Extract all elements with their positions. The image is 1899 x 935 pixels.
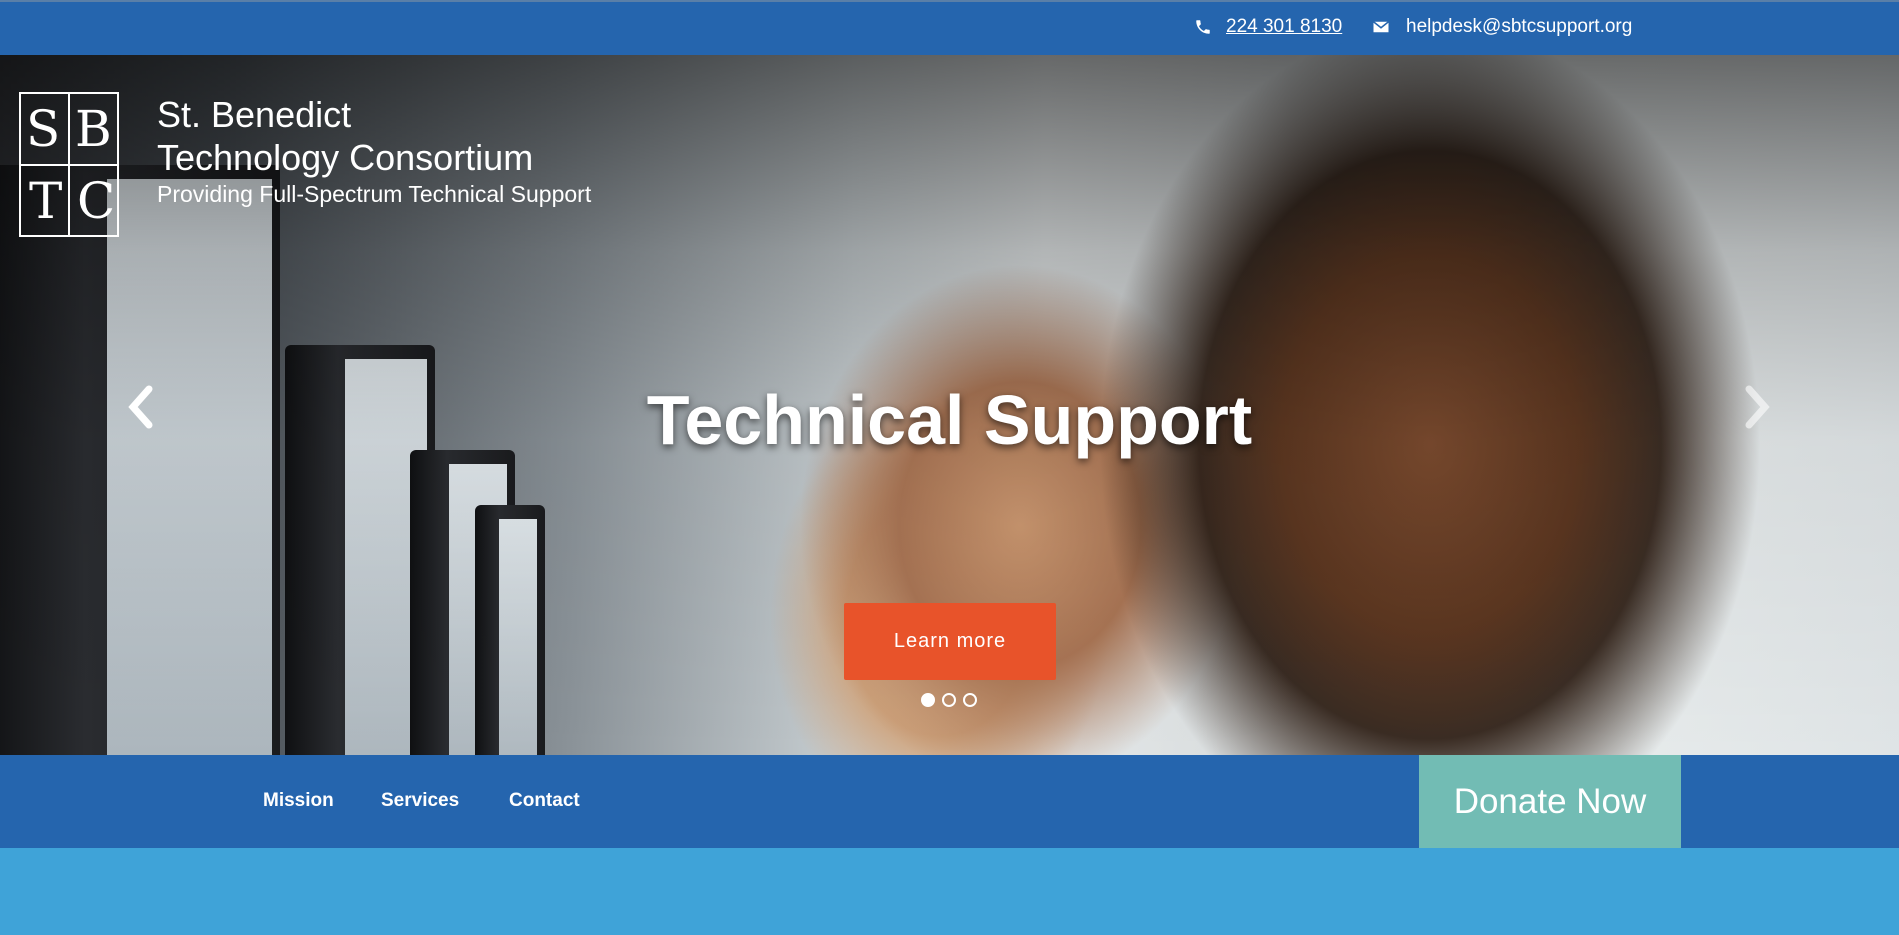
carousel-dot[interactable] <box>921 693 935 707</box>
hero-photo-monitor <box>475 505 545 755</box>
phone-number-link[interactable]: 224 301 8130 <box>1226 16 1342 38</box>
hero-photo-monitor <box>0 165 280 755</box>
hero-headline: Technical Support <box>646 381 1253 459</box>
carousel-dot[interactable] <box>963 693 977 707</box>
email-contact[interactable]: helpdesk@sbtcsupport.org <box>1370 16 1632 38</box>
nav-item-services[interactable]: Services <box>381 790 459 812</box>
hero-photo-monitor <box>410 450 515 755</box>
nav-item-contact[interactable]: Contact <box>509 790 580 812</box>
brand-name-line1: St. Benedict <box>157 94 352 135</box>
hero-carousel: S B T C St. Benedict Technology Consorti… <box>0 55 1899 755</box>
brand-name-line2: Technology Consortium <box>157 137 534 178</box>
donate-now-button[interactable]: Donate Now <box>1419 755 1681 848</box>
brand-tagline: Providing Full-Spectrum Technical Suppor… <box>157 181 592 207</box>
phone-contact[interactable]: 224 301 8130 <box>1194 16 1342 38</box>
carousel-indicators <box>921 693 977 707</box>
contact-bar: 224 301 8130 helpdesk@sbtcsupport.org <box>0 0 1899 55</box>
carousel-dot[interactable] <box>942 693 956 707</box>
logo-letter-s: S <box>26 100 61 158</box>
nav-item-mission[interactable]: Mission <box>263 790 334 812</box>
email-address[interactable]: helpdesk@sbtcsupport.org <box>1406 16 1632 38</box>
content-section <box>0 848 1899 935</box>
sbtc-logo[interactable]: S B T C <box>19 92 119 237</box>
site-brand[interactable]: St. Benedict Technology Consortium Provi… <box>157 93 591 209</box>
logo-letter-c: C <box>77 172 116 230</box>
envelope-icon <box>1373 21 1389 33</box>
learn-more-button[interactable]: Learn more <box>844 603 1056 680</box>
main-nav: Mission Services Contact Donate Now <box>0 755 1899 848</box>
logo-letter-b: B <box>75 100 112 158</box>
phone-icon <box>1196 20 1210 34</box>
logo-letter-t: T <box>29 172 63 230</box>
